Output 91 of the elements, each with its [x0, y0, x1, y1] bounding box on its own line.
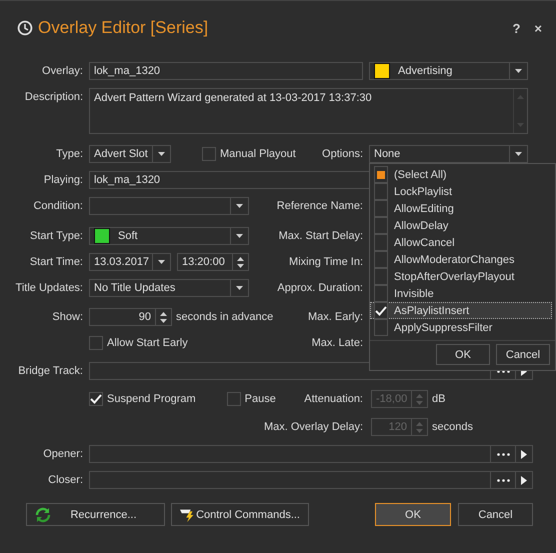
dialog-button[interactable]: Recurrence... — [26, 503, 165, 526]
checkbox[interactable] — [374, 285, 388, 302]
field-label: Attenuation: — [304, 393, 363, 405]
more-icon — [496, 452, 510, 456]
condition-dropdown[interactable] — [89, 197, 249, 215]
dropdown-arrow-icon — [515, 152, 522, 156]
option-item[interactable]: ApplySuppressFilter — [370, 319, 552, 336]
field-label: Closer: — [47, 474, 83, 486]
option-item[interactable]: AllowDelay — [370, 217, 552, 234]
checkbox[interactable] — [202, 147, 216, 161]
checkbox[interactable] — [374, 302, 388, 319]
checkbox[interactable] — [374, 319, 388, 336]
check-icon — [375, 306, 387, 316]
spin-arrows-icon — [416, 422, 423, 432]
show-field[interactable]: 90 — [89, 308, 172, 326]
opener-field[interactable] — [89, 445, 533, 463]
field-label: Playing: — [42, 174, 83, 186]
dropdown-arrow-icon — [158, 260, 165, 264]
field-label: Max. Overlay Delay: — [264, 421, 363, 433]
option-item[interactable]: AllowEditing — [370, 200, 552, 217]
unit-label: seconds — [432, 421, 473, 433]
dropdown-arrow-icon — [236, 234, 243, 238]
checkbox-label: Manual Playout — [220, 148, 296, 160]
clock-icon — [17, 20, 33, 36]
overlay-field[interactable]: lok_ma_1320 — [89, 62, 363, 80]
option-item[interactable]: AllowCancel — [370, 234, 552, 251]
checkbox[interactable] — [374, 166, 388, 183]
option-item[interactable]: Invisible — [370, 285, 552, 302]
close-button[interactable]: × — [534, 20, 542, 36]
field-label: Options: — [322, 148, 363, 160]
checkbox[interactable] — [374, 268, 388, 285]
checkbox[interactable] — [226, 392, 241, 406]
dropdown-arrow-icon — [236, 204, 243, 208]
field-label: Max. Early: — [308, 311, 363, 323]
field-label: Approx. Duration: — [277, 282, 363, 294]
spin-arrows-icon — [416, 394, 424, 404]
field-label: Max. Late: — [312, 337, 363, 349]
checkbox-label: Suspend Program — [107, 393, 196, 405]
help-button[interactable]: ? — [512, 20, 520, 36]
option-item[interactable]: AsPlaylistInsert — [370, 302, 552, 319]
field-label: Mixing Time In: — [289, 256, 363, 268]
field-label: Condition: — [32, 200, 83, 212]
checkbox[interactable] — [374, 217, 388, 234]
field-label: Type: — [55, 148, 83, 160]
field-label: Reference Name: — [276, 200, 363, 212]
closer-field[interactable] — [89, 471, 533, 489]
time-field[interactable]: 13:20:00 — [177, 253, 249, 271]
window-title: Overlay Editor [Series] — [38, 18, 210, 38]
title-updates-dropdown[interactable]: No Title Updates — [89, 279, 249, 297]
field-label: Bridge Track: — [17, 365, 83, 377]
more-icon — [496, 478, 510, 482]
cancel-button[interactable]: Cancel — [496, 344, 550, 365]
date-dropdown[interactable]: 13.03.2017 — [89, 253, 171, 271]
checkbox[interactable] — [89, 392, 103, 406]
checkbox[interactable] — [374, 200, 388, 217]
field-label: Description: — [24, 90, 83, 103]
field-label: Show: — [51, 311, 83, 323]
option-item[interactable]: AllowModeratorChanges — [370, 251, 552, 268]
cancel-button[interactable]: Cancel — [458, 503, 533, 526]
ok-button[interactable]: OK — [436, 344, 490, 365]
checkbox[interactable] — [89, 336, 103, 350]
play-arrow-icon — [521, 476, 527, 484]
checkbox-label: Pause — [244, 393, 276, 405]
type-dropdown[interactable]: Advert Slot — [89, 145, 171, 163]
refresh-icon — [35, 506, 51, 522]
field-label: Opener: — [42, 448, 83, 460]
checkbox[interactable] — [374, 234, 388, 251]
option-item[interactable]: StopAfterOverlayPlayout — [370, 268, 552, 285]
start-type-dropdown[interactable]: Soft — [89, 227, 249, 245]
checkbox[interactable] — [374, 251, 388, 268]
description-field[interactable]: Advert Pattern Wizard generated at 13-03-2017 13:37:30 — [89, 88, 528, 134]
dropdown-arrow-icon — [515, 69, 522, 73]
dropdown-arrow-icon — [236, 286, 243, 290]
options-dropdown[interactable]: None — [369, 145, 528, 163]
spin-arrows-icon — [237, 256, 244, 268]
play-arrow-icon — [521, 450, 527, 458]
category-dropdown[interactable]: Advertising — [369, 62, 528, 80]
ok-button[interactable]: OK — [375, 503, 451, 526]
check-icon — [90, 394, 102, 404]
field-label: Overlay: — [41, 65, 83, 77]
field-label: Title Updates: — [14, 282, 83, 294]
spin-arrows-icon — [160, 312, 167, 322]
dropdown-arrow-icon — [158, 152, 165, 156]
field-label: Max. Start Delay: — [278, 230, 363, 242]
field-label: Start Type: — [29, 230, 83, 242]
checkbox[interactable] — [374, 183, 388, 200]
unit-label: seconds in advance — [176, 311, 274, 323]
checkbox-label: Allow Start Early — [107, 337, 188, 349]
dialog-button[interactable]: Control Commands... — [171, 503, 309, 526]
unit-label: dB — [432, 393, 446, 405]
field-label: Start Time: — [28, 256, 83, 268]
